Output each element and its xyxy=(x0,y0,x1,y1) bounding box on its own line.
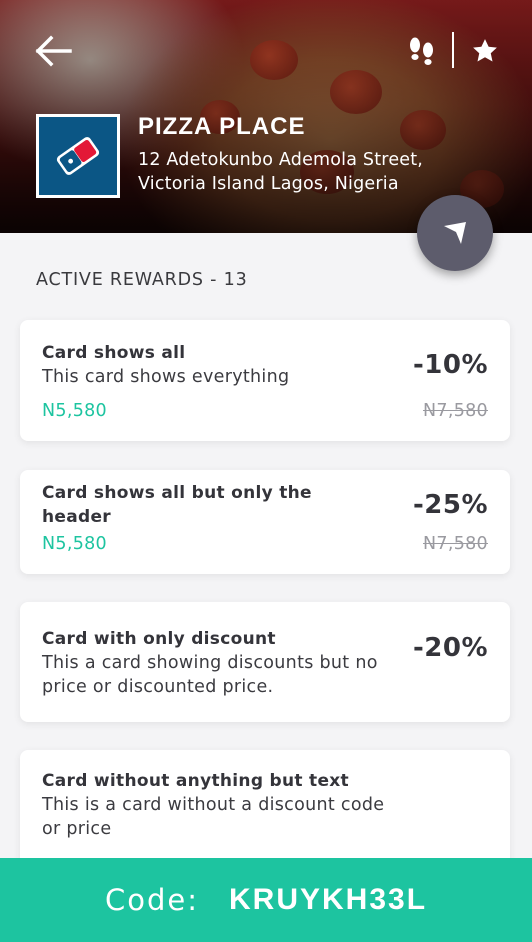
star-icon xyxy=(473,39,497,62)
reward-title: Card shows all but only the header xyxy=(42,483,312,527)
reward-title: Card with only discount xyxy=(42,629,276,649)
reward-old-price: N7,580 xyxy=(423,401,488,421)
reward-discount: -25% xyxy=(412,490,488,520)
back-button[interactable] xyxy=(34,34,74,68)
reward-price: N5,580 xyxy=(42,534,107,554)
code-label: Code: xyxy=(104,883,199,917)
reward-description: This card shows everything xyxy=(42,367,290,387)
check-in-button[interactable] xyxy=(408,36,436,66)
reward-card[interactable]: Card with only discount This a card show… xyxy=(20,602,510,722)
reward-description: This a card showing discounts but no pri… xyxy=(42,653,378,697)
reward-code-bar[interactable]: Code: KRUYKH33L xyxy=(0,858,532,942)
footsteps-icon xyxy=(410,37,433,65)
reward-title: Card shows all xyxy=(42,343,186,363)
reward-description: This is a card without a discount code o… xyxy=(42,795,385,839)
store-name: PIZZA PLACE xyxy=(138,113,306,140)
favorite-button[interactable] xyxy=(470,36,500,66)
store-logo xyxy=(36,114,120,198)
arrow-left-icon xyxy=(35,35,72,67)
reward-discount: -20% xyxy=(412,633,488,663)
section-title: ACTIVE REWARDS - 13 xyxy=(36,270,248,290)
reward-discount: -10% xyxy=(412,350,488,380)
directions-button[interactable] xyxy=(417,195,493,271)
reward-title: Card without anything but text xyxy=(42,771,349,791)
reward-price: N5,580 xyxy=(42,401,107,421)
domino-logo-icon xyxy=(56,137,100,175)
reward-card[interactable]: Card shows all but only the header N5,58… xyxy=(20,470,510,574)
reward-card[interactable]: Card shows all This card shows everythin… xyxy=(20,320,510,441)
reward-old-price: N7,580 xyxy=(423,534,488,554)
navigation-arrow-icon xyxy=(444,222,466,244)
header-divider xyxy=(452,32,454,68)
code-value: KRUYKH33L xyxy=(228,883,428,916)
store-address: 12 Adetokunbo Ademola Street, Victoria I… xyxy=(138,150,424,194)
